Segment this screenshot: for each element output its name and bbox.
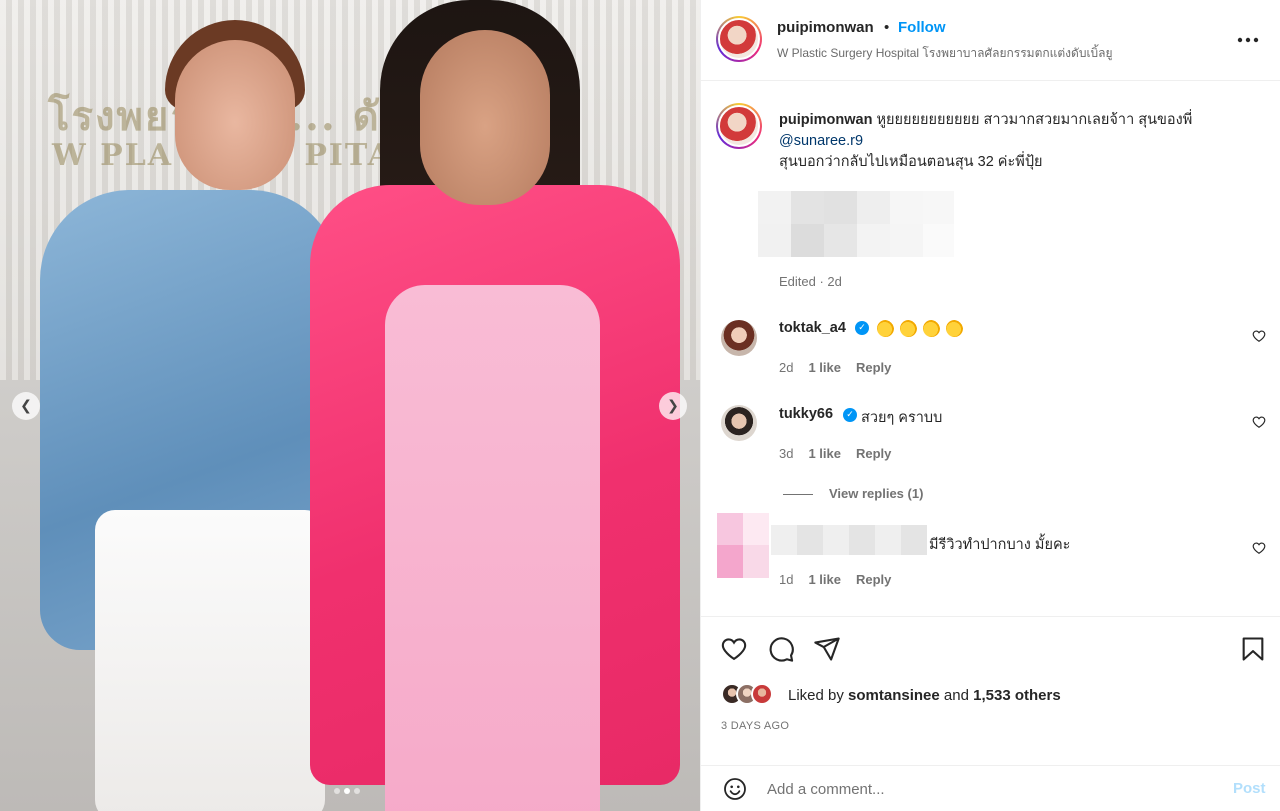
comment-meta: 1d 1 like Reply	[779, 572, 906, 587]
post-photo[interactable]: โรงพยาบาล ... ดับเบิ้ลยู W PLA SURG PITA…	[0, 0, 700, 811]
post-time-ago[interactable]: 3 DAYS AGO	[721, 720, 789, 732]
liked-by-and: and	[943, 687, 969, 704]
clapping-hands-icon	[877, 320, 894, 337]
caption-mention[interactable]: @sunaree.r9	[779, 133, 863, 149]
smiley-icon[interactable]	[723, 777, 747, 801]
comment-composer: Post	[701, 765, 1280, 811]
follow-button[interactable]: Follow	[898, 19, 946, 36]
caption-text-line2: สุนบอกว่ากลับไปเหมือนตอนสุน 32 ค่ะพี่ปุ้…	[779, 154, 1043, 170]
person-left-face	[175, 40, 295, 190]
heart-icon[interactable]	[720, 635, 748, 663]
author-avatar[interactable]	[716, 16, 762, 62]
carousel-prev-button[interactable]: ❮	[12, 392, 40, 420]
person-left-white-pants	[95, 510, 325, 811]
header-separator: •	[884, 19, 890, 36]
comment-likes[interactable]: 1 like	[808, 446, 841, 461]
view-replies-label: View replies (1)	[829, 486, 924, 501]
comment-text: สวยๆ คราบบ	[861, 410, 943, 426]
caption-avatar[interactable]	[716, 103, 762, 149]
caption-username[interactable]: puipimonwan	[779, 112, 872, 128]
verified-badge-icon: ✓	[843, 408, 857, 422]
comment-likes[interactable]: 1 like	[808, 360, 841, 375]
person-right-pink-dress	[385, 285, 600, 811]
send-icon[interactable]	[813, 635, 841, 663]
liked-by-summary: Liked by somtansinee and 1,533 others	[788, 687, 1061, 704]
liked-by-avatars[interactable]	[721, 683, 773, 705]
bookmark-icon[interactable]	[1239, 635, 1267, 663]
avatar	[751, 683, 773, 705]
add-comment-input[interactable]	[767, 778, 1207, 800]
redacted-avatar[interactable]	[717, 513, 769, 578]
clapping-hands-icon	[923, 320, 940, 337]
carousel-dot-active	[344, 788, 350, 794]
caption-text: หูยยยยยยยยยยย สาวมากสวยมากเลยจ้าา สุนของ…	[876, 112, 1193, 128]
comment-age: 3d	[779, 446, 794, 461]
liked-by-others[interactable]: 1,533 others	[973, 687, 1061, 704]
comment-like-heart-icon[interactable]	[1252, 415, 1266, 429]
post-details-pane: puipimonwan • Follow W Plastic Surgery H…	[700, 0, 1280, 811]
carousel-dot	[334, 788, 340, 794]
view-replies-button[interactable]: View replies (1)	[783, 486, 923, 501]
comment-likes[interactable]: 1 like	[808, 572, 841, 587]
post-actions-section: Liked by somtansinee and 1,533 others 3 …	[701, 616, 1280, 811]
comment-meta: 3d 1 like Reply	[779, 446, 906, 461]
comment-emoji-text	[877, 320, 969, 338]
carousel-indicator	[334, 788, 360, 794]
verified-badge-icon: ✓	[855, 321, 869, 335]
clapping-hands-icon	[946, 320, 963, 337]
liked-by-prefix: Liked by	[788, 687, 844, 704]
replies-divider-line	[783, 494, 813, 496]
comment-like-heart-icon[interactable]	[1252, 541, 1266, 555]
comment-age: 2d	[779, 360, 794, 375]
caption-edited-timestamp: Edited · 2d	[779, 274, 842, 289]
author-username[interactable]: puipimonwan	[777, 19, 874, 36]
redacted-username[interactable]	[771, 525, 927, 555]
post-comment-button[interactable]: Post	[1233, 780, 1266, 797]
liked-by-user[interactable]: somtansinee	[848, 687, 940, 704]
pixelated-redaction	[758, 191, 954, 257]
comment-reply-button[interactable]: Reply	[856, 572, 891, 587]
post-caption: puipimonwan หูยยยยยยยยยยย สาวมากสวยมากเล…	[779, 110, 1249, 173]
carousel-dot	[354, 788, 360, 794]
clapping-hands-icon	[900, 320, 917, 337]
comment-age: 1d	[779, 572, 794, 587]
comment-avatar[interactable]	[721, 320, 757, 356]
comment-username[interactable]: toktak_a4	[779, 320, 846, 336]
post-header: puipimonwan • Follow W Plastic Surgery H…	[701, 0, 1280, 81]
comment-meta: 2d 1 like Reply	[779, 360, 906, 375]
comment-username[interactable]: tukky66	[779, 406, 833, 422]
comment-icon[interactable]	[767, 635, 795, 663]
comment-avatar[interactable]	[721, 405, 757, 441]
comment-like-heart-icon[interactable]	[1252, 329, 1266, 343]
post-location[interactable]: W Plastic Surgery Hospital โรงพยาบาลศัลย…	[777, 44, 1113, 63]
comment-reply-button[interactable]: Reply	[856, 360, 891, 375]
carousel-next-button[interactable]: ❯	[659, 392, 687, 420]
more-options-icon[interactable]	[1237, 28, 1259, 46]
comment-reply-button[interactable]: Reply	[856, 446, 891, 461]
person-right-face	[420, 30, 550, 205]
comment-text: มีรีวิวทำปากบาง มั้ยคะ	[929, 537, 1071, 553]
